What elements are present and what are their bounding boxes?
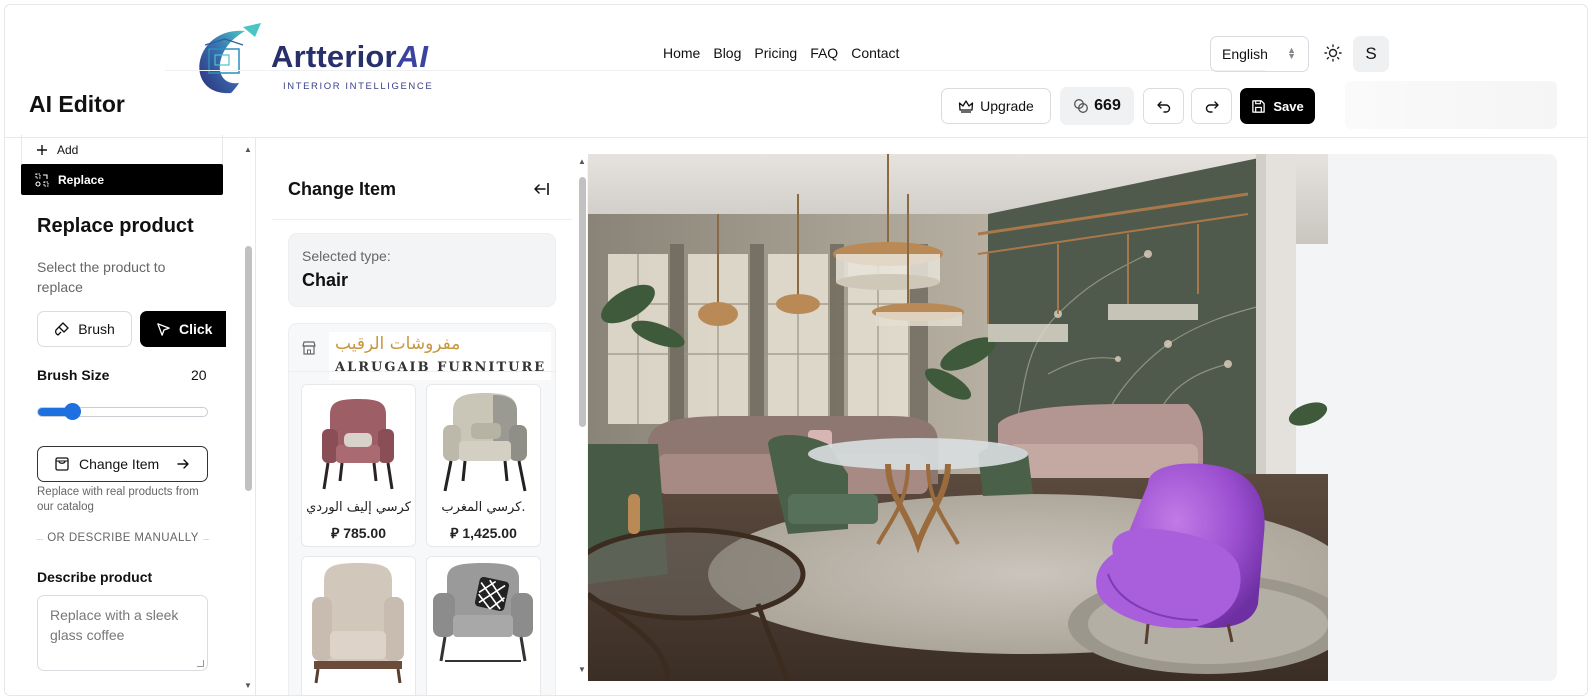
change-item-label: Change Item <box>79 456 160 472</box>
store-catalog: مفروشات الرقيب ALRUGAIB FURNITURE كرسي إ… <box>288 323 556 695</box>
panel-divider <box>255 137 256 695</box>
language-select[interactable]: English ▲ ▼ <box>1210 36 1309 72</box>
plus-icon <box>37 145 47 155</box>
header-divider <box>5 137 1587 138</box>
undo-button[interactable] <box>1143 88 1184 124</box>
brand-name: Artterior <box>271 39 397 74</box>
change-item-title: Change Item <box>288 179 397 199</box>
store-logo[interactable]: مفروشات الرقيب ALRUGAIB FURNITURE <box>329 332 551 380</box>
change-item-note: Replace with real products from our cata… <box>37 486 199 513</box>
shopping-bag-icon <box>55 457 69 471</box>
redo-icon <box>1205 101 1219 113</box>
chevron-updown-icon: ▲ ▼ <box>1287 45 1296 61</box>
save-disk-icon <box>1252 99 1266 113</box>
credits-count: 669 <box>1094 97 1121 114</box>
product-price: ⃁ 785.00 <box>330 525 387 541</box>
tool-tab-add[interactable]: Add <box>21 135 223 166</box>
or-divider: OR DESCRIBE MANUALLY <box>37 532 209 544</box>
store-icon <box>302 341 316 355</box>
tools-panel: Add Replace Replace product Select the p… <box>21 135 227 695</box>
collapse-panel-icon[interactable] <box>532 179 552 199</box>
nav-contact[interactable]: Contact <box>851 45 899 61</box>
user-avatar[interactable]: S <box>1353 36 1389 72</box>
brush-size-value: 20 <box>191 367 207 383</box>
credits-badge[interactable]: 669 <box>1060 87 1134 125</box>
save-label: Save <box>1273 98 1304 114</box>
product-price-value: 1,425.00 <box>462 525 517 541</box>
selected-type-box: Selected type: Chair <box>288 233 556 307</box>
room-image[interactable] <box>588 154 1328 681</box>
store-name-en: ALRUGAIB FURNITURE <box>335 360 547 375</box>
product-price-value: 785.00 <box>343 525 387 541</box>
resize-grip-icon[interactable] <box>197 660 204 667</box>
pointer-icon <box>157 322 170 336</box>
product-image <box>302 557 415 687</box>
tool-tab-replace-label: Replace <box>58 172 105 187</box>
brush-size-label: Brush Size <box>37 367 110 383</box>
brush-mode-button[interactable]: Brush <box>37 311 132 347</box>
product-name: كرسي إليف الوردي <box>306 500 411 515</box>
save-button[interactable]: Save <box>1240 88 1315 124</box>
nav-divider <box>165 70 1265 71</box>
scroll-thumb[interactable] <box>579 177 586 427</box>
arrow-right-icon <box>177 459 189 469</box>
tool-tab-add-label: Add <box>57 143 79 157</box>
main-nav: Home Blog Pricing FAQ Contact <box>663 45 899 61</box>
selected-type-value: Chair <box>302 270 349 290</box>
replace-icon <box>35 172 49 187</box>
coins-icon <box>1074 99 1089 113</box>
click-mode-button[interactable]: Click <box>140 311 226 347</box>
nav-blog[interactable]: Blog <box>713 45 741 61</box>
brush-icon <box>55 322 69 336</box>
header-placeholder <box>1345 81 1557 129</box>
product-image <box>302 385 415 495</box>
product-card[interactable] <box>301 556 416 695</box>
undo-icon <box>1156 101 1170 113</box>
brush-size-slider[interactable] <box>37 403 208 420</box>
product-price: ⃁ 1,425.00 <box>450 525 517 541</box>
describe-label: Describe product <box>37 569 153 585</box>
scroll-up-icon[interactable]: ▲ <box>244 145 252 154</box>
product-name: كرسي المغرب. <box>441 500 526 515</box>
product-card[interactable]: كرسي المغرب. ⃁ 1,425.00 <box>426 384 541 547</box>
brand-tagline: INTERIOR INTELLIGENCE <box>283 81 434 92</box>
slider-thumb[interactable] <box>63 403 81 420</box>
brand-logo[interactable]: ArtteriorAI INTERIOR INTELLIGENCE <box>195 17 435 97</box>
theme-toggle-sun-icon[interactable] <box>1323 43 1343 63</box>
upgrade-label: Upgrade <box>980 98 1034 114</box>
page-title: AI Editor <box>29 91 125 117</box>
app-window: ArtteriorAI INTERIOR INTELLIGENCE Home B… <box>4 4 1588 696</box>
tool-tab-replace[interactable]: Replace <box>21 164 223 195</box>
panel-header-divider <box>272 219 572 220</box>
redo-button[interactable] <box>1191 88 1232 124</box>
crown-icon <box>958 100 974 113</box>
describe-textarea[interactable]: Replace with a sleek glass coffee <box>37 595 208 671</box>
scroll-thumb[interactable] <box>245 246 252 491</box>
describe-placeholder: Replace with a sleek glass coffee <box>50 607 179 643</box>
change-item-button[interactable]: Change Item <box>37 446 208 482</box>
replace-description: Select the product to replace <box>37 259 166 295</box>
brand-name-ai: AI <box>396 39 429 74</box>
nav-faq[interactable]: FAQ <box>810 45 838 61</box>
product-card[interactable]: كرسي إليف الوردي ⃁ 785.00 <box>301 384 416 547</box>
store-name-ar: مفروشات الرقيب <box>335 334 461 354</box>
click-mode-label: Click <box>179 321 213 337</box>
brush-mode-label: Brush <box>78 321 115 337</box>
scroll-up-icon[interactable]: ▲ <box>578 157 586 166</box>
store-divider <box>289 371 555 372</box>
product-image <box>427 557 540 667</box>
replace-title: Replace product <box>37 215 194 237</box>
upgrade-button[interactable]: Upgrade <box>941 88 1051 124</box>
scroll-down-icon[interactable]: ▼ <box>578 665 586 674</box>
scroll-down-icon[interactable]: ▼ <box>244 681 252 690</box>
language-value: English <box>1222 46 1268 62</box>
nav-home[interactable]: Home <box>663 45 700 61</box>
product-image <box>427 385 540 495</box>
change-item-panel: Change Item Selected type: Chair مفروشات… <box>272 137 572 695</box>
product-card[interactable] <box>426 556 541 695</box>
selected-type-label: Selected type: <box>302 248 391 264</box>
logo-mark-icon <box>199 23 261 94</box>
tools-scrollbar[interactable]: ▲ ▼ <box>241 141 255 695</box>
nav-pricing[interactable]: Pricing <box>754 45 797 61</box>
